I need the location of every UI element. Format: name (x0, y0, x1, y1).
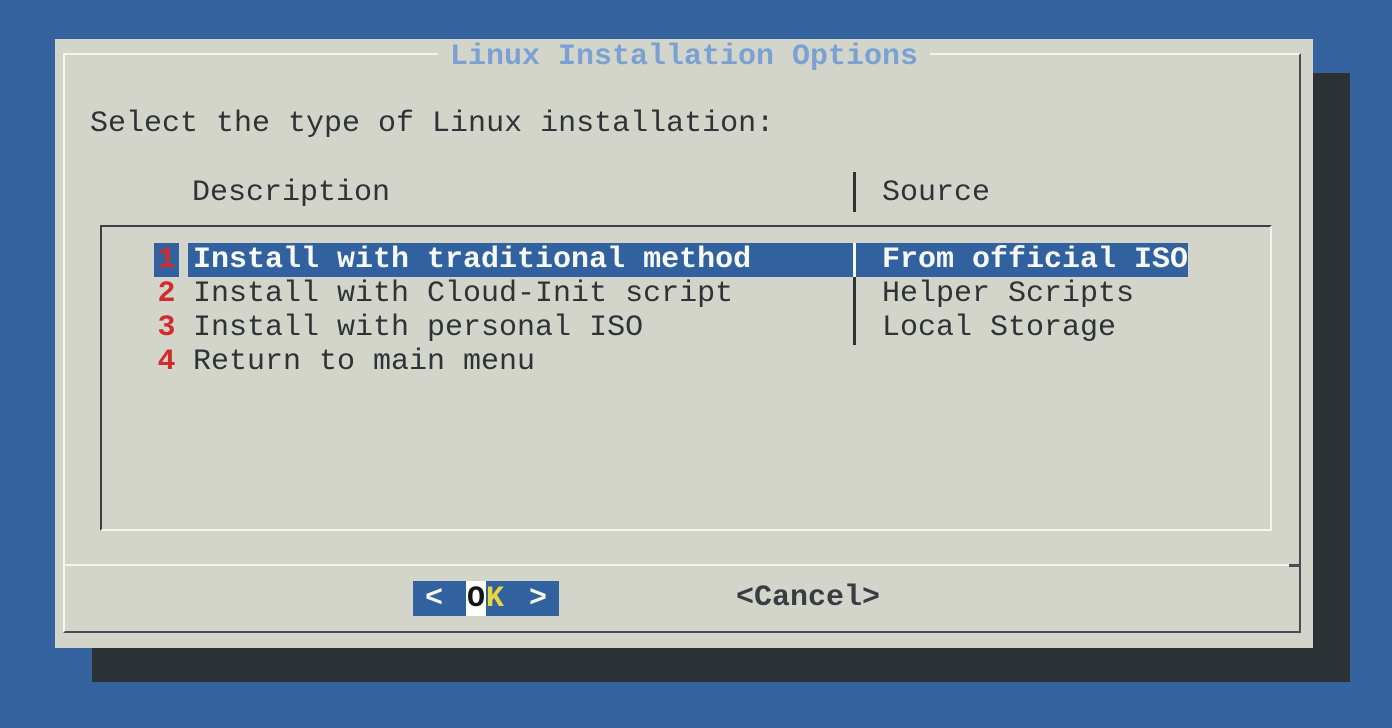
ok-left-bracket: < (425, 582, 443, 616)
description-column-header: Description (192, 175, 390, 211)
menu-item-description: Install with Cloud-Init script (193, 277, 733, 311)
ok-label-rest: K (486, 582, 506, 616)
column-separator-icon (853, 172, 856, 212)
installation-options-dialog: Linux Installation Options Select the ty… (55, 39, 1313, 648)
menu-item-return-main-menu[interactable]: 4 Return to main menu (102, 345, 1270, 379)
button-area-separator (63, 564, 1291, 566)
menu-item-install-cloud-init[interactable]: 2 Install with Cloud-Init script Helper … (102, 277, 1270, 311)
menu-item-install-personal-iso[interactable]: 3 Install with personal ISO Local Storag… (102, 311, 1270, 345)
menu-list-box: 1 Install with traditional method From o… (100, 225, 1272, 531)
menu-item-description: Return to main menu (193, 345, 535, 379)
column-separator-icon (853, 311, 856, 345)
column-separator-icon (853, 243, 856, 277)
ok-right-bracket: > (529, 582, 547, 616)
menu-item-tag: 4 (154, 345, 179, 379)
menu-item-source: Helper Scripts (882, 277, 1134, 311)
menu-item-install-traditional[interactable]: 1 Install with traditional method From o… (102, 243, 1270, 277)
ok-button[interactable]: < OK > (413, 581, 559, 616)
terminal-screen: { "window": { "title": "Linux Installati… (0, 0, 1392, 728)
menu-item-tag: 1 (154, 243, 179, 277)
menu-item-source: Local Storage (882, 311, 1116, 345)
ok-label: OK (466, 581, 506, 616)
menu-item-tag: 3 (154, 311, 179, 345)
ok-hotkey-cursor: O (466, 581, 486, 616)
menu-item-tag: 2 (154, 277, 179, 311)
column-header-row: Description Source (55, 175, 1313, 213)
button-area-separator-end (1289, 564, 1301, 567)
prompt-text: Select the type of Linux installation: (90, 107, 774, 141)
column-separator-icon (853, 277, 856, 311)
source-column-header: Source (882, 175, 990, 211)
menu-item-description: Install with personal ISO (193, 311, 643, 345)
menu-item-description: Install with traditional method (193, 243, 751, 277)
menu-item-source: From official ISO (882, 243, 1188, 277)
cancel-button[interactable]: <Cancel> (736, 581, 880, 616)
dialog-title: Linux Installation Options (438, 41, 930, 73)
